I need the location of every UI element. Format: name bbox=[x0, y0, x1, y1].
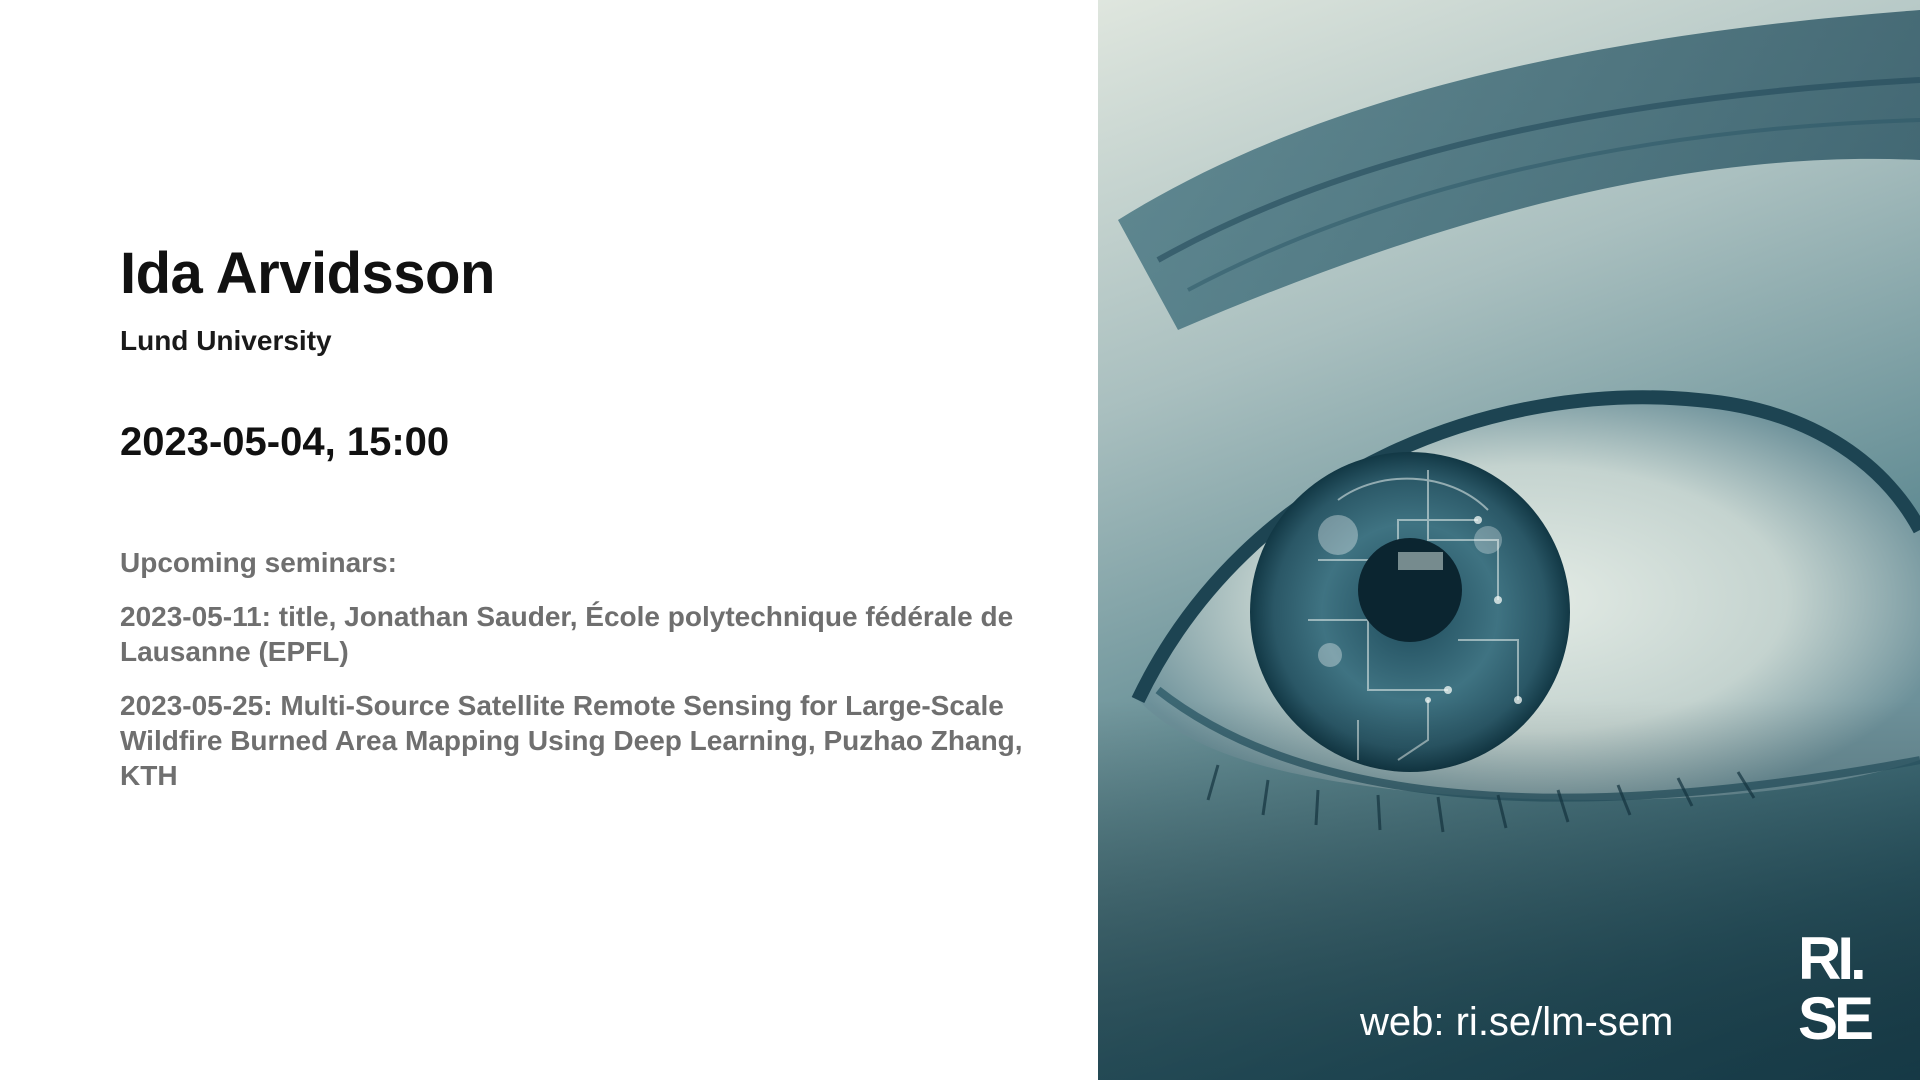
speaker-affiliation: Lund University bbox=[120, 325, 332, 356]
speaker-name: Ida Arvidsson bbox=[120, 241, 495, 306]
upcoming-heading: Upcoming seminars: bbox=[120, 547, 397, 578]
web-link[interactable]: web: ri.se/lm-sem bbox=[1360, 1000, 1673, 1045]
eye-photo bbox=[1098, 10, 1920, 1080]
rise-logo-line1: RI. bbox=[1798, 925, 1863, 992]
seminar-datetime: 2023-05-04, 15:00 bbox=[120, 420, 450, 464]
upcoming-seminar-item: 2023-05-25: Multi-Source Satellite Remot… bbox=[120, 690, 1023, 791]
rise-logo-line2: SE bbox=[1798, 985, 1872, 1045]
text-panel: Ida Arvidsson Lund University 2023-05-04… bbox=[0, 0, 1098, 1080]
eye-image-panel: web: ri.se/lm-sem RI. SE bbox=[1098, 0, 1920, 1080]
upcoming-seminars: Upcoming seminars: 2023-05-11: title, Jo… bbox=[120, 545, 1050, 812]
slide: Ida Arvidsson Lund University 2023-05-04… bbox=[0, 0, 1920, 1080]
upcoming-seminar-item: 2023-05-11: title, Jonathan Sauder, Écol… bbox=[120, 601, 1014, 667]
rise-logo: RI. SE bbox=[1798, 925, 1876, 1045]
